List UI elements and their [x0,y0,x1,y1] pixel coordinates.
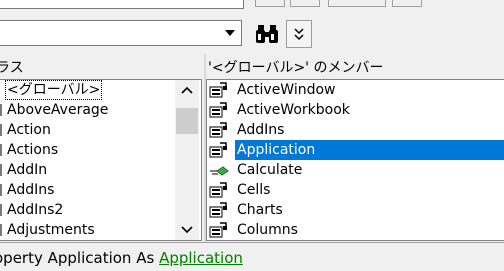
classes-header: ラス [0,58,206,78]
member-item-label: AddIns [237,120,284,140]
class-item-label: Actions [7,140,58,160]
member-item-label: Calculate [237,160,302,180]
class-item-label: AboveAverage [7,100,108,120]
member-item[interactable]: Columns [207,220,504,240]
class-item[interactable]: AddIn [0,160,175,180]
signature-prefix: operty [0,249,48,267]
class-item-label: AddIn [7,160,47,180]
scroll-up-button[interactable] [175,80,199,100]
double-chevron-down-icon [293,26,305,42]
class-item[interactable]: Actions [0,140,175,160]
class-icon [0,224,2,236]
member-item[interactable]: ActiveWindow [207,80,504,100]
property-icon [209,222,229,238]
binoculars-icon [255,23,279,45]
class-item[interactable]: AddIns [0,180,175,200]
class-icon [0,164,2,176]
scroll-down-button[interactable] [175,220,199,240]
member-item-label: Cells [237,180,270,200]
class-icon [0,104,2,116]
signature-member-name: Application [48,249,132,267]
property-icon [209,122,229,138]
top-combo-fragment[interactable] [0,0,244,9]
class-icon [0,144,2,156]
member-item-selected[interactable]: Application [207,140,504,160]
show-search-results-toggle[interactable] [286,20,312,48]
toolbar-button-fragment[interactable] [392,0,422,7]
member-item-label: Charts [237,200,283,220]
property-icon [209,202,229,218]
toolbar-button-fragment[interactable] [328,0,386,7]
class-item-label: <グローバル> [5,80,102,100]
member-item[interactable]: Calculate [207,160,504,180]
class-icon [0,204,2,216]
member-item-label: ActiveWorkbook [237,100,350,120]
property-icon [209,182,229,198]
signature-as: As [131,249,159,267]
class-item[interactable]: AboveAverage [0,100,175,120]
property-icon [209,102,229,118]
method-icon [209,162,229,178]
property-icon [209,82,229,98]
class-item-label: AddIns [7,180,54,200]
member-item-label: Application [235,140,504,160]
member-item[interactable]: AddIns [207,120,504,140]
scroll-thumb[interactable] [176,108,198,134]
property-icon [209,142,229,158]
toolbar-button-fragment[interactable] [255,0,285,7]
class-icon [0,124,2,136]
class-item[interactable]: Adjustments [0,220,175,240]
class-list[interactable]: <グローバル> AboveAverage Action Actions AddI… [0,79,202,241]
class-item-label: AddIns2 [7,200,63,220]
details-pane: operty Application As Application [0,242,504,271]
class-item-global[interactable]: <グローバル> [0,80,175,100]
class-item[interactable]: Action [0,120,175,140]
type-link[interactable]: Application [159,249,243,267]
chevron-up-icon [181,86,193,94]
class-icon [0,184,2,196]
member-signature: operty Application As Application [0,249,243,267]
member-list[interactable]: ActiveWindow ActiveWorkbook AddIns Appli… [206,79,504,241]
member-item-label: ActiveWindow [237,80,336,100]
search-button[interactable] [252,20,282,48]
members-header: '<グローバル>' のメンバー [208,58,504,78]
class-item-label: Action [7,120,51,140]
member-item[interactable]: Cells [207,180,504,200]
search-text-combo[interactable] [0,20,242,46]
member-item-label: Columns [237,220,298,240]
toolbar-button-fragment[interactable] [290,0,320,7]
chevron-down-icon[interactable] [220,22,240,44]
class-list-scrollbar[interactable] [175,80,199,240]
class-item-label: Adjustments [7,220,95,240]
member-item[interactable]: ActiveWorkbook [207,100,504,120]
class-item[interactable]: AddIns2 [0,200,175,220]
member-item[interactable]: Charts [207,200,504,220]
chevron-down-icon [181,226,193,234]
